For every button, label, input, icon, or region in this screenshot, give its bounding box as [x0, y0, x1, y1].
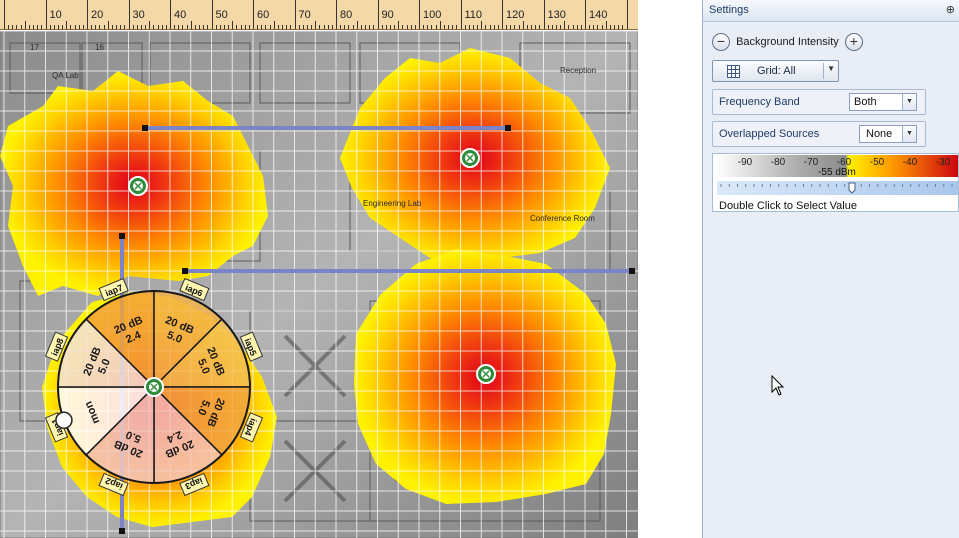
decrease-intensity-button[interactable]: − [712, 33, 730, 51]
settings-titlebar: Settings ⊕ [703, 0, 959, 22]
horizontal-ruler: 10 20 30 40 50 60 70 80 90 100 110 120 130 140 [0, 0, 638, 30]
ruler-label: 90 [381, 9, 394, 21]
legend-tick-label: -50 [870, 157, 885, 168]
background-intensity-label: Background Intensity [736, 36, 839, 48]
access-point-marker [460, 148, 480, 168]
room-label-reception: Reception [560, 66, 596, 75]
frequency-band-value: Both [854, 96, 877, 108]
heatmap-canvas[interactable]: QA Lab Reception Engineering Lab Confere… [0, 31, 638, 538]
room-label-qa-lab: QA Lab [52, 71, 79, 80]
legend-tick-label: -90 [738, 157, 753, 168]
ruler-label: 20 [91, 9, 104, 21]
ruler-label: 110 [464, 9, 483, 21]
legend-slider-thumb[interactable] [848, 182, 856, 194]
frequency-band-group: Frequency Band Both ▼ [712, 89, 926, 115]
chevron-down-icon: ▼ [902, 126, 916, 142]
grid-icon [727, 65, 740, 78]
legend-color-scale[interactable]: -90 -80 -70 -60 -50 -40 -30 -55 dBm [713, 154, 959, 198]
ruler-label: 120 [506, 9, 525, 21]
signal-strength-legend[interactable]: -90 -80 -70 -60 -50 -40 -30 -55 dBm Double Cli… [712, 153, 959, 212]
floorplan-heatmap[interactable]: QA Lab Reception Engineering Lab Confere… [0, 31, 638, 538]
chevron-down-icon: ▼ [827, 64, 835, 73]
chevron-down-icon: ▼ [902, 94, 916, 110]
minus-icon: − [716, 33, 726, 49]
room-label-engineering-lab: Engineering Lab [363, 199, 422, 208]
legend-current-value: -55 dBm [818, 167, 856, 178]
ruler-label: 40 [174, 9, 187, 21]
legend-tick-label: -70 [804, 157, 819, 168]
ruler-label: 70 [298, 9, 311, 21]
ruler-label: 100 [423, 9, 442, 21]
grid-label: Grid: All [757, 65, 796, 77]
grid-dropdown-button[interactable]: Grid: All ▼ [712, 60, 839, 82]
ruler-label: 30 [132, 9, 145, 21]
ruler-label: 80 [340, 9, 353, 21]
ruler-label: 50 [215, 9, 228, 21]
overlapped-sources-label: Overlapped Sources [719, 128, 820, 140]
overlapped-sources-value: None [866, 128, 893, 140]
access-point-marker [476, 364, 496, 384]
mouse-cursor-icon [771, 375, 785, 396]
room-number-16: 16 [95, 43, 104, 52]
access-point-marker [128, 176, 148, 196]
overlapped-sources-group: Overlapped Sources None ▼ [712, 121, 926, 147]
pin-icon[interactable]: ⊕ [946, 3, 955, 16]
ruler-label: 140 [589, 9, 608, 21]
frequency-band-select[interactable]: Both ▼ [849, 93, 917, 111]
wheel-rotate-handle[interactable] [55, 411, 73, 429]
background-intensity-row: − Background Intensity + [712, 33, 863, 51]
legend-tick-label: -40 [903, 157, 918, 168]
increase-intensity-button[interactable]: + [844, 33, 863, 51]
room-number-17: 17 [30, 43, 39, 52]
ruler-label: 130 [547, 9, 566, 21]
ruler-label: 60 [257, 9, 270, 21]
room-label-conference-room: Conference Room [530, 214, 595, 223]
settings-title: Settings [709, 4, 749, 16]
overlapped-sources-select[interactable]: None ▼ [859, 125, 917, 143]
plus-icon: + [849, 33, 858, 49]
frequency-band-label: Frequency Band [719, 96, 800, 108]
access-point-marker-selected [144, 377, 164, 397]
legend-hint: Double Click to Select Value [719, 200, 857, 212]
legend-tick-label: -30 [936, 157, 951, 168]
legend-tick-label: -80 [771, 157, 786, 168]
ruler-label: 10 [49, 9, 62, 21]
